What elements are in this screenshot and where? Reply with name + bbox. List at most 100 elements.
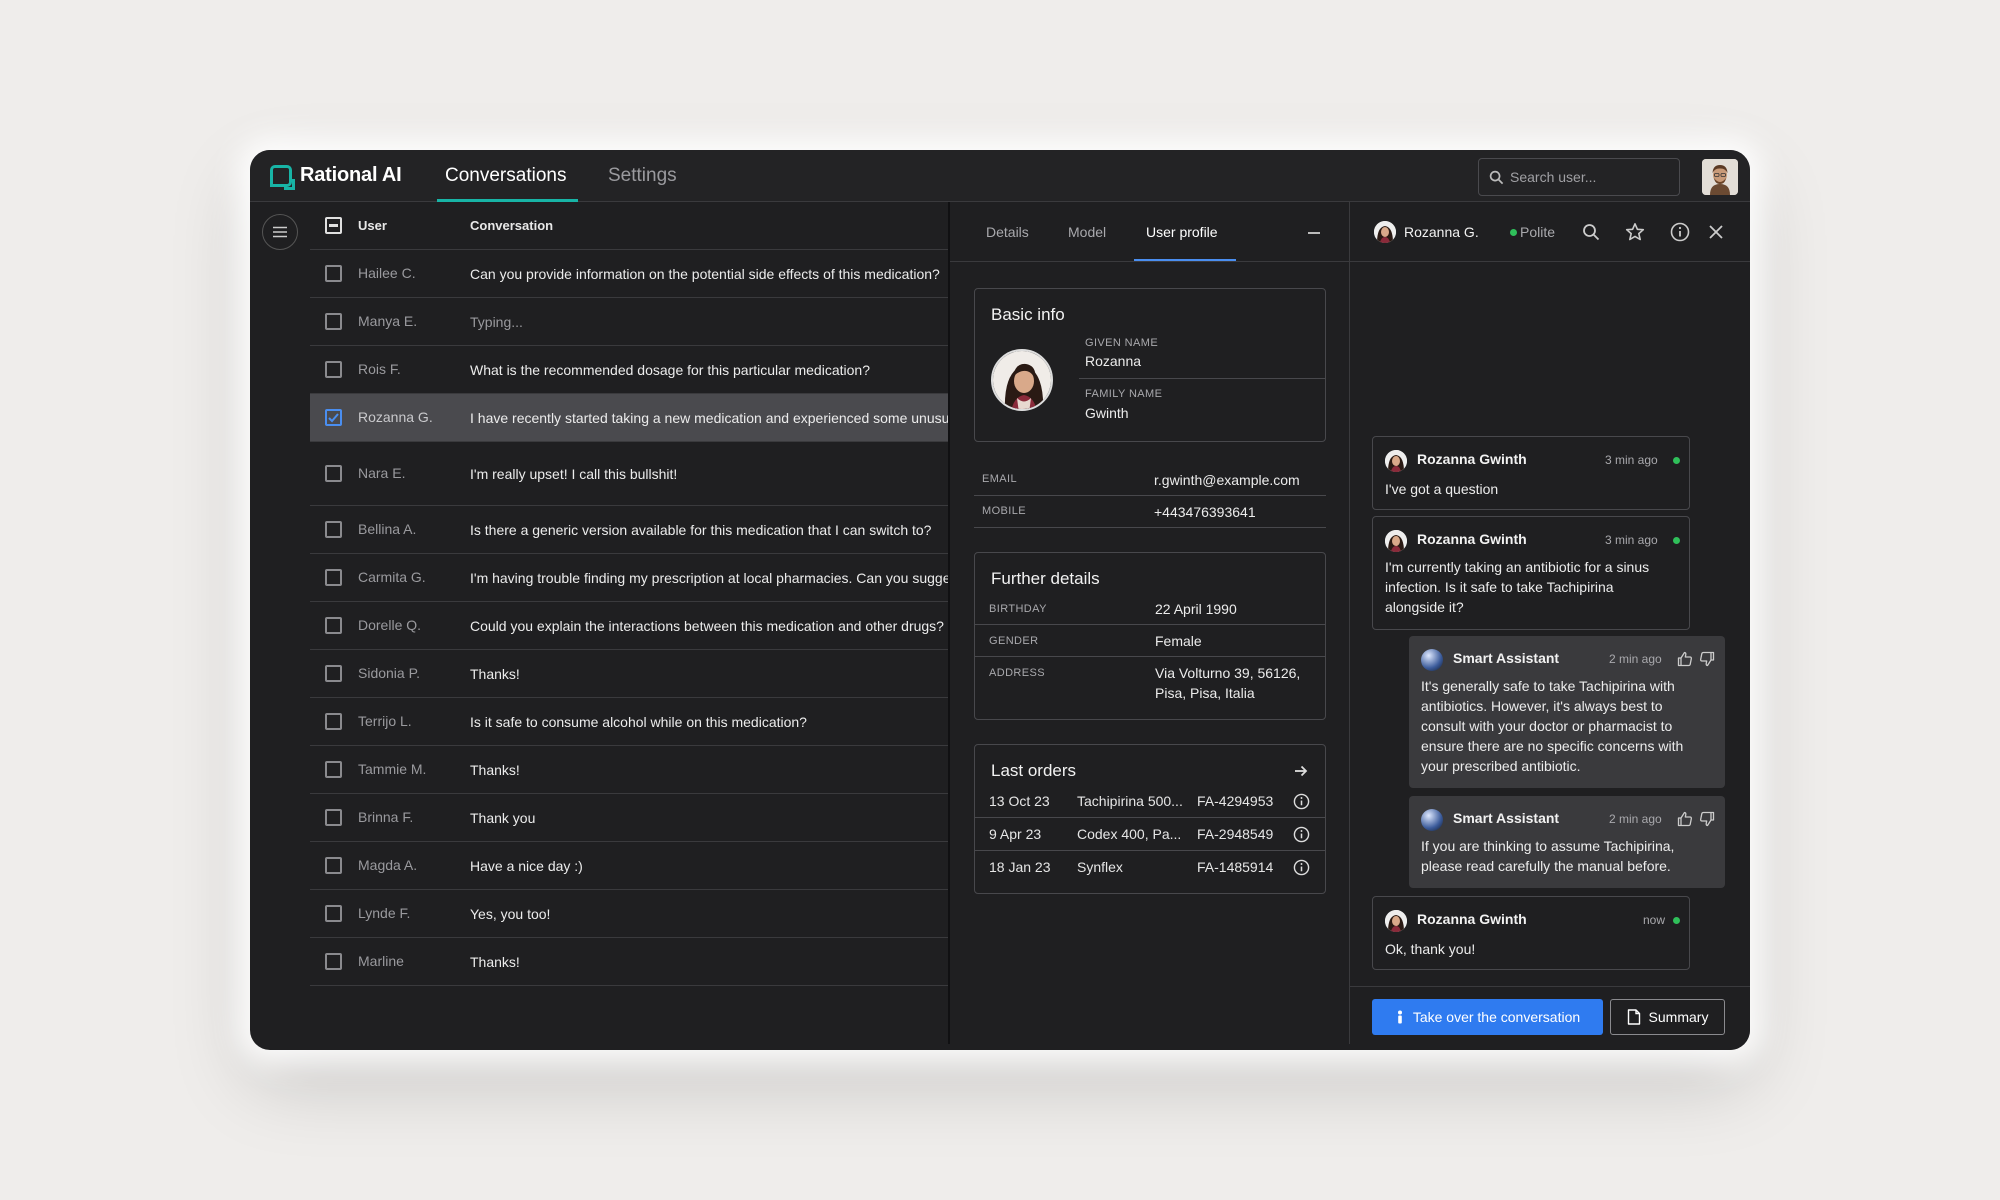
last-orders-card: Last orders 13 Oct 23 Tachipirina 500...… [974, 744, 1326, 894]
email-value[interactable]: r.gwinth@example.com [1154, 472, 1300, 488]
table-row[interactable]: Hailee C. Can you provide information on… [310, 250, 1010, 298]
row-user: Manya E. [358, 313, 418, 329]
message-author: Rozanna Gwinth [1417, 531, 1527, 547]
table-row[interactable]: Tammie M. Thanks! [310, 746, 1010, 794]
table-row[interactable]: Terrijo L. Is it safe to consume alcohol… [310, 698, 1010, 746]
summary-button[interactable]: Summary [1610, 999, 1725, 1035]
online-status-dot [1673, 917, 1680, 924]
take-over-button[interactable]: Take over the conversation [1372, 999, 1603, 1035]
row-checkbox[interactable] [325, 761, 342, 778]
active-tab-indicator [1134, 259, 1236, 261]
row-conversation: Is it safe to consume alcohol while on t… [470, 714, 807, 730]
row-checkbox[interactable] [325, 569, 342, 586]
row-checkbox[interactable] [325, 617, 342, 634]
family-name-value: Gwinth [1085, 405, 1129, 421]
row-conversation: Have a nice day :) [470, 858, 583, 874]
table-row[interactable]: Marline Thanks! [310, 938, 1010, 986]
chat-message-user: Rozanna Gwinth 3 min ago I've got a ques… [1372, 436, 1690, 510]
row-checkbox[interactable] [325, 857, 342, 874]
select-all-checkbox[interactable] [325, 217, 342, 234]
tab-model[interactable]: Model [1068, 224, 1106, 240]
tab-details[interactable]: Details [986, 224, 1029, 240]
close-icon[interactable] [1708, 224, 1724, 240]
row-user: Dorelle Q. [358, 617, 422, 633]
basic-info-title: Basic info [991, 305, 1065, 324]
tab-conversations[interactable]: Conversations [436, 150, 579, 202]
assistant-avatar [1421, 809, 1443, 831]
row-checkbox[interactable] [325, 521, 342, 538]
gender-value: Female [1155, 633, 1202, 649]
table-row[interactable]: Sidonia P. Thanks! [310, 650, 1010, 698]
menu-icon [273, 226, 287, 238]
chat-header: Rozanna G. Polite [1350, 202, 1750, 262]
row-checkbox[interactable] [325, 905, 342, 922]
table-row[interactable]: Nara E. I'm really upset! I call this bu… [310, 442, 1010, 506]
row-checkbox[interactable] [325, 465, 342, 482]
row-checkbox[interactable] [325, 265, 342, 282]
table-row[interactable]: Rois F. What is the recommended dosage f… [310, 346, 1010, 394]
search-input[interactable] [1510, 169, 1670, 185]
thumbs-up-icon[interactable] [1677, 651, 1693, 667]
app-logo[interactable]: Rational AI [270, 164, 402, 187]
row-user: Lynde F. [358, 905, 411, 921]
order-row[interactable]: 9 Apr 23 Codex 400, Pa... FA-2948549 [975, 818, 1325, 851]
order-row[interactable]: 13 Oct 23 Tachipirina 500... FA-4294953 [975, 785, 1325, 818]
row-conversation: Thanks! [470, 762, 520, 778]
order-row[interactable]: 18 Jan 23 Synflex FA-1485914 [975, 851, 1325, 884]
message-time: 3 min ago [1605, 533, 1658, 547]
order-code: FA-2948549 [1197, 826, 1274, 842]
search-box[interactable] [1478, 158, 1680, 196]
assistant-avatar [1421, 649, 1443, 671]
summary-label: Summary [1648, 1009, 1709, 1025]
row-checkbox[interactable] [325, 713, 342, 730]
row-checkbox[interactable] [325, 953, 342, 970]
star-icon[interactable] [1625, 222, 1645, 242]
column-header-conversation[interactable]: Conversation [470, 218, 553, 233]
info-icon[interactable] [1293, 826, 1310, 843]
row-conversation: I'm having trouble finding my prescripti… [470, 570, 962, 586]
table-row[interactable]: Manya E. Typing... [310, 298, 1010, 346]
divider [975, 624, 1325, 625]
thumbs-down-icon[interactable] [1699, 811, 1715, 827]
given-name-value: Rozanna [1085, 353, 1142, 369]
info-icon[interactable] [1293, 859, 1310, 876]
birthday-value: 22 April 1990 [1155, 601, 1237, 617]
row-checkbox[interactable] [325, 809, 342, 826]
basic-info-card: Basic info GIVEN NAME Rozanna FAMILY NAM… [974, 288, 1326, 442]
row-checkbox-checked[interactable] [325, 409, 342, 426]
row-checkbox[interactable] [325, 361, 342, 378]
tab-settings[interactable]: Settings [608, 150, 677, 202]
search-icon[interactable] [1582, 223, 1600, 241]
birthday-label: BIRTHDAY [989, 603, 1047, 615]
tab-user-profile[interactable]: User profile [1146, 224, 1218, 240]
table-row[interactable]: Brinna F. Thank you [310, 794, 1010, 842]
menu-button[interactable] [262, 214, 298, 250]
table-row[interactable]: Carmita G. I'm having trouble finding my… [310, 554, 1010, 602]
order-date: 9 Apr 23 [989, 826, 1042, 842]
thumbs-up-icon[interactable] [1677, 811, 1693, 827]
row-checkbox[interactable] [325, 313, 342, 330]
table-row[interactable]: Bellina A. Is there a generic version av… [310, 506, 1010, 554]
conversations-table: User Conversation Hailee C. Can you prov… [310, 202, 1010, 1050]
row-checkbox[interactable] [325, 665, 342, 682]
table-row[interactable]: Dorelle Q. Could you explain the interac… [310, 602, 1010, 650]
row-conversation: Thanks! [470, 666, 520, 682]
mobile-value[interactable]: +443476393641 [1154, 504, 1256, 520]
info-icon[interactable] [1293, 793, 1310, 810]
row-user: Carmita G. [358, 569, 426, 585]
panel-tabs: Details Model User profile [950, 202, 1350, 262]
thumbs-down-icon[interactable] [1699, 651, 1715, 667]
arrow-right-icon[interactable] [1293, 763, 1309, 779]
check-icon [328, 413, 339, 423]
current-user-avatar[interactable] [1702, 159, 1738, 195]
order-code: FA-4294953 [1197, 793, 1274, 809]
table-row[interactable]: Lynde F. Yes, you too! [310, 890, 1010, 938]
order-date: 18 Jan 23 [989, 859, 1051, 875]
column-header-user[interactable]: User [358, 218, 387, 233]
chat-user-avatar [1374, 221, 1396, 243]
info-icon[interactable] [1670, 222, 1690, 242]
collapse-icon[interactable] [1308, 232, 1320, 234]
table-row-selected[interactable]: Rozanna G. I have recently started takin… [310, 394, 1010, 442]
message-text: It's generally safe to take Tachipirina … [1421, 678, 1684, 774]
table-row[interactable]: Magda A. Have a nice day :) [310, 842, 1010, 890]
